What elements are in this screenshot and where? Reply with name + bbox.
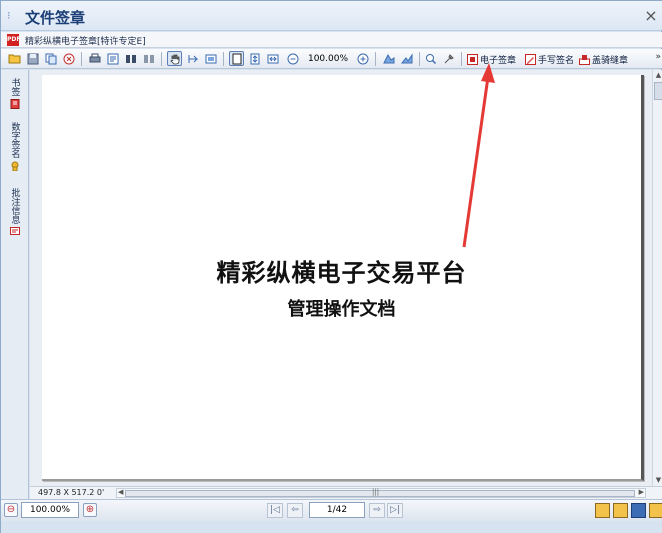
riding-seal-label: 盖骑缝章: [592, 55, 629, 66]
properties-icon[interactable]: [105, 51, 120, 66]
status-zoom-value[interactable]: 100.00%: [21, 502, 79, 518]
rotate-right-icon[interactable]: [399, 51, 414, 66]
side-tab-annotations-label: 批注信息: [9, 188, 20, 224]
horizontal-scrollbar[interactable]: ◀ ||| ▶: [116, 488, 646, 498]
electronic-seal-button[interactable]: 电子签章: [467, 51, 516, 67]
side-panel: 书签 数字签名 批注信息: [1, 70, 29, 499]
status-bar: ⊖ 100.00% ⊕ |◁ ⇦ 1/42 ⇨ ▷|: [1, 499, 662, 521]
prev-page-button[interactable]: ⇦: [287, 503, 303, 518]
page-number-field[interactable]: 1/42: [309, 502, 365, 518]
print-icon[interactable]: [87, 51, 102, 66]
toolbar-zoom-value[interactable]: 100.00%: [305, 51, 351, 67]
first-page-button[interactable]: |◁: [267, 503, 283, 518]
bookmark-icon: [10, 99, 20, 109]
riding-seal-button[interactable]: 盖骑缝章: [579, 51, 628, 67]
main-toolbar: 100.00% 电子签章 手写签名 盖骑缝章 »: [1, 49, 662, 69]
horizontal-scroll-thumb[interactable]: [125, 490, 635, 497]
document-view[interactable]: 精彩纵横电子交易平台 管理操作文档: [30, 70, 652, 486]
select-text-icon[interactable]: [185, 51, 200, 66]
window-title: 文件签章: [25, 9, 86, 27]
digital-signature-icon: [10, 161, 20, 172]
scroll-left-icon[interactable]: ◀: [118, 488, 123, 496]
handwritten-signature-button[interactable]: 手写签名: [525, 51, 574, 67]
annotation-icon: [10, 227, 20, 237]
handwritten-signature-label: 手写签名: [538, 55, 575, 66]
two-page-view-icon[interactable]: [613, 503, 628, 518]
scroll-up-icon[interactable]: ▲: [654, 71, 662, 80]
close-button[interactable]: ×: [643, 7, 659, 25]
horizontal-bar: 497.8 X 517.2 0' ◀ ||| ▶: [30, 486, 662, 499]
toolbar-separator: [419, 52, 420, 66]
next-page-button[interactable]: ⇨: [369, 503, 385, 518]
side-tab-annotations[interactable]: 批注信息: [7, 188, 23, 237]
toolbar-separator: [223, 52, 224, 66]
electronic-seal-icon: [467, 53, 478, 65]
find-icon[interactable]: [123, 51, 138, 66]
continuous-view-icon[interactable]: [631, 503, 646, 518]
save-icon[interactable]: [25, 51, 40, 66]
hand-tool-icon[interactable]: [167, 51, 182, 66]
rotate-left-icon[interactable]: [381, 51, 396, 66]
close-doc-icon[interactable]: [61, 51, 76, 66]
side-tab-bookmarks-label: 书签: [9, 78, 20, 96]
single-page-view-icon[interactable]: [595, 503, 610, 518]
toolbar-overflow-icon[interactable]: »: [655, 52, 661, 62]
electronic-seal-label: 电子签章: [480, 55, 517, 66]
document-tab-label: 精彩纵横电子签章[特许专定E]: [25, 37, 146, 47]
page-size-label: 497.8 X 517.2 0': [38, 488, 105, 497]
facing-view-icon[interactable]: [649, 503, 662, 518]
scroll-down-icon[interactable]: ▼: [654, 476, 662, 485]
search-icon[interactable]: [423, 51, 438, 66]
document-tab[interactable]: PDF 精彩纵横电子签章[特许专定E]: [1, 32, 662, 48]
handwritten-signature-icon: [525, 53, 536, 65]
file-seal-dialog: ⁝ 文件签章 × PDF 精彩纵横电子签章[特许专定E] 100.00% 电子签…: [0, 0, 662, 533]
find-next-icon[interactable]: [141, 51, 156, 66]
status-zoom-in-button[interactable]: ⊕: [83, 503, 97, 517]
toolbar-separator: [161, 52, 162, 66]
copy-icon[interactable]: [43, 51, 58, 66]
side-tab-digital-signature-label: 数字签名: [9, 122, 20, 158]
last-page-button[interactable]: ▷|: [387, 503, 403, 518]
single-page-icon[interactable]: [229, 51, 244, 66]
toolbar-separator: [461, 52, 462, 66]
scroll-grip-icon: |||: [372, 488, 380, 496]
tools-icon[interactable]: [441, 51, 456, 66]
side-tab-digital-signature[interactable]: 数字签名: [7, 122, 23, 172]
scroll-right-icon[interactable]: ▶: [639, 488, 644, 496]
status-zoom-out-button[interactable]: ⊖: [4, 503, 18, 517]
dialog-bottom-strip: [1, 521, 662, 533]
vertical-scrollbar[interactable]: ▲ ▼: [652, 70, 662, 486]
zoom-out-icon[interactable]: [285, 51, 300, 66]
open-folder-icon[interactable]: [7, 51, 22, 66]
vertical-scroll-thumb[interactable]: [654, 82, 662, 100]
page-subtitle: 管理操作文档: [287, 299, 396, 320]
toolbar-separator: [375, 52, 376, 66]
fit-page-icon[interactable]: [247, 51, 262, 66]
side-tab-bookmarks[interactable]: 书签: [7, 78, 23, 109]
pdf-file-icon: PDF: [7, 34, 20, 46]
riding-seal-icon: [579, 54, 590, 65]
title-bar: ⁝ 文件签章 ×: [1, 1, 662, 31]
document-page: 精彩纵横电子交易平台 管理操作文档: [42, 75, 644, 481]
title-grip-icon: ⁝: [7, 9, 11, 22]
snapshot-icon[interactable]: [203, 51, 218, 66]
fit-width-icon[interactable]: [265, 51, 280, 66]
zoom-in-icon[interactable]: [355, 51, 370, 66]
toolbar-separator: [81, 52, 82, 66]
page-title: 精彩纵横电子交易平台: [216, 259, 467, 287]
